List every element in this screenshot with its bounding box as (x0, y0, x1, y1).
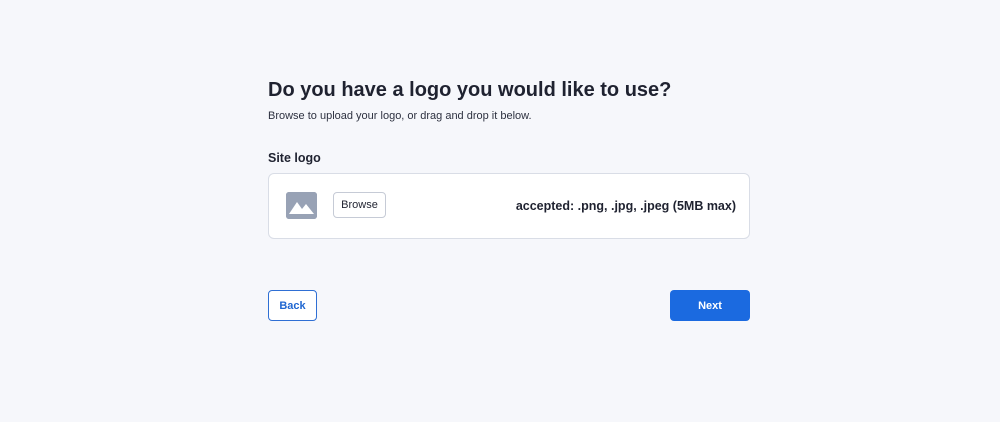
accepted-formats-text: accepted: .png, .jpg, .jpeg (5MB max) (515, 199, 736, 213)
page-title: Do you have a logo you would like to use… (268, 79, 672, 101)
image-placeholder-icon (286, 192, 317, 219)
page-subtitle: Browse to upload your logo, or drag and … (268, 110, 532, 122)
logo-step: Do you have a logo you would like to use… (268, 76, 750, 239)
next-button[interactable]: Next (670, 290, 750, 321)
back-button[interactable]: Back (268, 290, 317, 321)
logo-dropzone[interactable]: Browse accepted: .png, .jpg, .jpeg (5MB … (268, 173, 750, 239)
browse-button[interactable]: Browse (333, 192, 386, 218)
site-logo-label: Site logo (268, 151, 321, 165)
